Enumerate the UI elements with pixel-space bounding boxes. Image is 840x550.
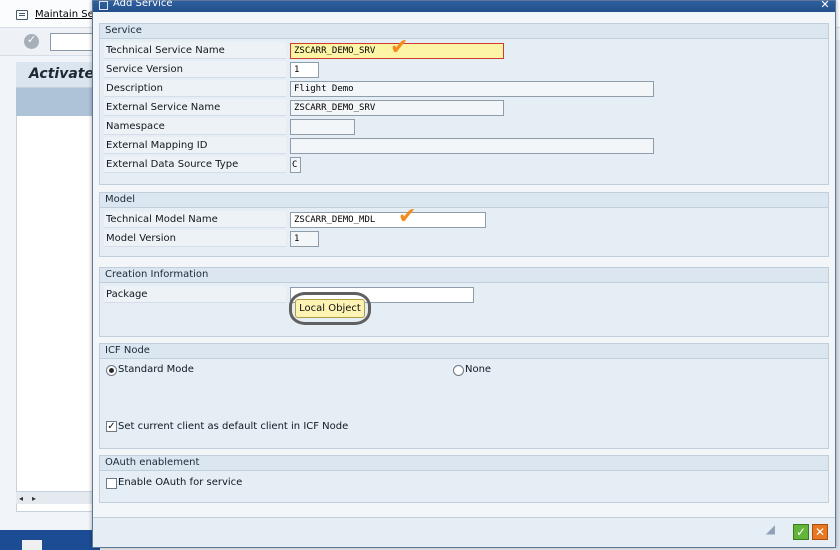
icf-group-header: ICF Node: [100, 344, 828, 359]
label-technical-service-name: Technical Service Name: [104, 42, 286, 59]
dialog-footer: ◢ ✓ ✕: [93, 517, 835, 547]
continue-button[interactable]: ✓: [793, 524, 809, 540]
dialog-titlebar: Add Service ✕: [93, 0, 835, 12]
add-service-dialog: Add Service ✕ Service Technical Service …: [92, 0, 836, 548]
cancel-button[interactable]: ✕: [812, 524, 828, 540]
creation-group-header: Creation Information: [100, 268, 828, 283]
none-label: None: [465, 364, 492, 375]
window-edge: [836, 40, 840, 550]
row-external-service-name: External Service Name ZSCARR_DEMO_SRV: [104, 99, 704, 116]
menu-maintain-service[interactable]: Maintain Se: [16, 9, 94, 20]
technical-model-name-field[interactable]: ZSCARR_DEMO_MDL: [290, 212, 486, 228]
dialog-title: Add Service: [113, 0, 173, 9]
creation-information-group: Creation Information Package Local Objec…: [99, 267, 829, 337]
menu-icon: [16, 9, 28, 20]
service-version-field[interactable]: 1: [290, 62, 319, 78]
row-description: Description Flight Demo: [104, 80, 704, 97]
enable-oauth-checkbox[interactable]: [106, 478, 117, 489]
label-external-mapping-id: External Mapping ID: [104, 137, 286, 154]
row-model-version: Model Version 1: [104, 230, 704, 247]
checkmark-annotation-icon: ✔: [398, 204, 417, 229]
external-data-source-type-field[interactable]: C: [290, 157, 301, 173]
oauth-group-header: OAuth enablement: [100, 456, 828, 471]
close-icon[interactable]: ✕: [815, 0, 835, 12]
external-service-name-field[interactable]: ZSCARR_DEMO_SRV: [290, 100, 504, 116]
background-panel: [16, 62, 96, 512]
label-namespace: Namespace: [104, 118, 286, 135]
label-external-data-source-type: External Data Source Type: [104, 156, 286, 173]
service-group-header: Service: [100, 24, 828, 39]
enable-oauth-label: Enable OAuth for service: [118, 477, 243, 488]
panel-title-bar: Activate: [16, 62, 96, 88]
label-external-service-name: External Service Name: [104, 99, 286, 116]
menu-label: Maintain Se: [35, 9, 94, 20]
panel-blue-bar: [16, 88, 96, 116]
row-package: Package: [104, 286, 704, 303]
label-description: Description: [104, 80, 286, 97]
row-namespace: Namespace: [104, 118, 704, 135]
external-mapping-id-field[interactable]: [290, 138, 654, 154]
scroll-right-icon[interactable]: ▸: [32, 494, 36, 503]
dialog-icon: [99, 1, 108, 10]
namespace-field[interactable]: [290, 119, 355, 135]
model-group: Model Technical Model Name ZSCARR_DEMO_M…: [99, 192, 829, 257]
standard-mode-label: Standard Mode: [118, 364, 194, 375]
standard-mode-radio[interactable]: [106, 365, 117, 376]
oauth-group: OAuth enablement Enable OAuth for servic…: [99, 455, 829, 503]
local-object-button[interactable]: Local Object: [295, 299, 365, 318]
description-field[interactable]: Flight Demo: [290, 81, 654, 97]
checkmark-annotation-icon: ✔: [390, 35, 409, 60]
icf-node-group: ICF Node Standard Mode None ✓ Set curren…: [99, 343, 829, 449]
label-service-version: Service Version: [104, 61, 286, 78]
model-group-header: Model: [100, 193, 828, 208]
panel-title: Activate: [29, 66, 94, 82]
enter-check-icon[interactable]: [24, 33, 39, 49]
default-client-label: Set current client as default client in …: [118, 421, 349, 432]
row-external-mapping-id: External Mapping ID: [104, 137, 704, 154]
horizontal-scrollbar[interactable]: ◂ ▸: [16, 491, 96, 504]
none-radio[interactable]: [453, 365, 464, 376]
service-group: Service Technical Service Name ZSCARR_DE…: [99, 23, 829, 185]
label-model-version: Model Version: [104, 230, 286, 247]
scroll-left-icon[interactable]: ◂: [19, 494, 23, 503]
label-technical-model-name: Technical Model Name: [104, 211, 286, 228]
command-field[interactable]: [50, 33, 94, 51]
row-service-version: Service Version 1: [104, 61, 704, 78]
model-version-field[interactable]: 1: [290, 231, 319, 247]
row-external-data-source-type: External Data Source Type C: [104, 156, 704, 173]
row-technical-model-name: Technical Model Name ZSCARR_DEMO_MDL ✔: [104, 204, 704, 229]
status-band: [0, 530, 100, 550]
resize-grip-icon[interactable]: ◢: [766, 522, 775, 536]
default-client-checkbox[interactable]: ✓: [106, 421, 117, 432]
label-package: Package: [104, 286, 286, 303]
row-technical-service-name: Technical Service Name ZSCARR_DEMO_SRV ✔: [104, 35, 704, 60]
